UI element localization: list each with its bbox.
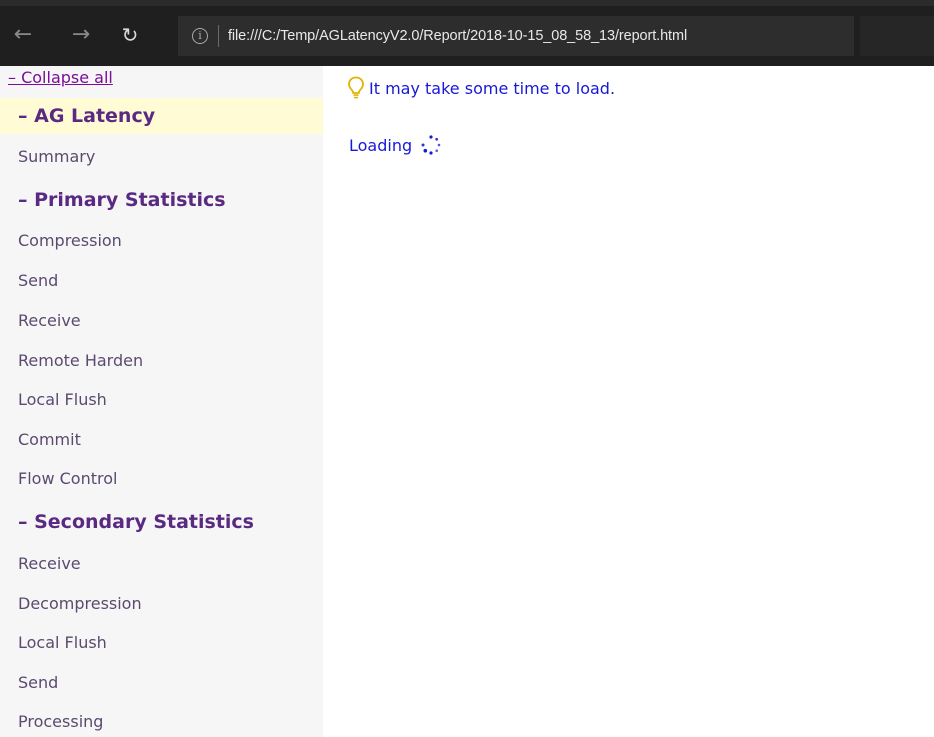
section-primary-statistics[interactable]: – Primary Statistics [0,182,323,218]
sidebar-item-flow-control[interactable]: Flow Control [18,468,117,490]
sidebar-item-secondary-local-flush[interactable]: Local Flush [18,632,107,654]
sidebar-item-compression[interactable]: Compression [18,230,122,252]
sidebar-item-commit[interactable]: Commit [18,429,81,451]
refresh-icon: ↻ [121,23,139,47]
sidebar-item-summary[interactable]: Summary [18,146,95,168]
sidebar-item-remote-harden[interactable]: Remote Harden [18,350,143,372]
loading-text: Loading [349,135,413,155]
sidebar-item-local-flush[interactable]: Local Flush [18,389,107,411]
sidebar-item-processing[interactable]: Processing [18,711,103,733]
loading-indicator: Loading [349,134,442,156]
arrow-left-icon: ← [13,22,33,47]
sidebar-item-decompression[interactable]: Decompression [18,593,142,615]
load-tip: It may take some time to load. [347,76,615,100]
lightbulb-icon [348,76,364,99]
refresh-button[interactable]: ↻ [115,20,145,50]
collapse-all-link[interactable]: – Collapse all [8,68,113,87]
tip-text: It may take some time to load. [369,78,616,98]
sidebar: – Collapse all – AG Latency Summary – Pr… [0,66,323,737]
sidebar-item-secondary-receive[interactable]: Receive [18,553,81,575]
forward-button[interactable]: → [66,20,96,50]
section-ag-latency[interactable]: – AG Latency [0,98,323,134]
browser-toolbar: ← → ↻ i file:///C:/Temp/AGLatencyV2.0/Re… [0,0,934,66]
sidebar-item-send[interactable]: Send [18,270,58,292]
info-icon[interactable]: i [192,28,208,44]
tab-strip [0,0,934,6]
back-button[interactable]: ← [8,20,38,50]
sidebar-item-receive[interactable]: Receive [18,310,81,332]
toolbar-right-area [860,16,934,56]
url-text[interactable]: file:///C:/Temp/AGLatencyV2.0/Report/201… [228,28,687,44]
arrow-right-icon: → [71,22,91,47]
address-bar[interactable]: i file:///C:/Temp/AGLatencyV2.0/Report/2… [178,16,854,56]
sidebar-item-secondary-send[interactable]: Send [18,672,58,694]
address-divider [218,25,219,47]
spinner-icon [421,135,441,155]
section-secondary-statistics[interactable]: – Secondary Statistics [0,504,323,540]
info-icon-glyph: i [198,29,202,42]
main-content: It may take some time to load. Loading [323,66,934,737]
